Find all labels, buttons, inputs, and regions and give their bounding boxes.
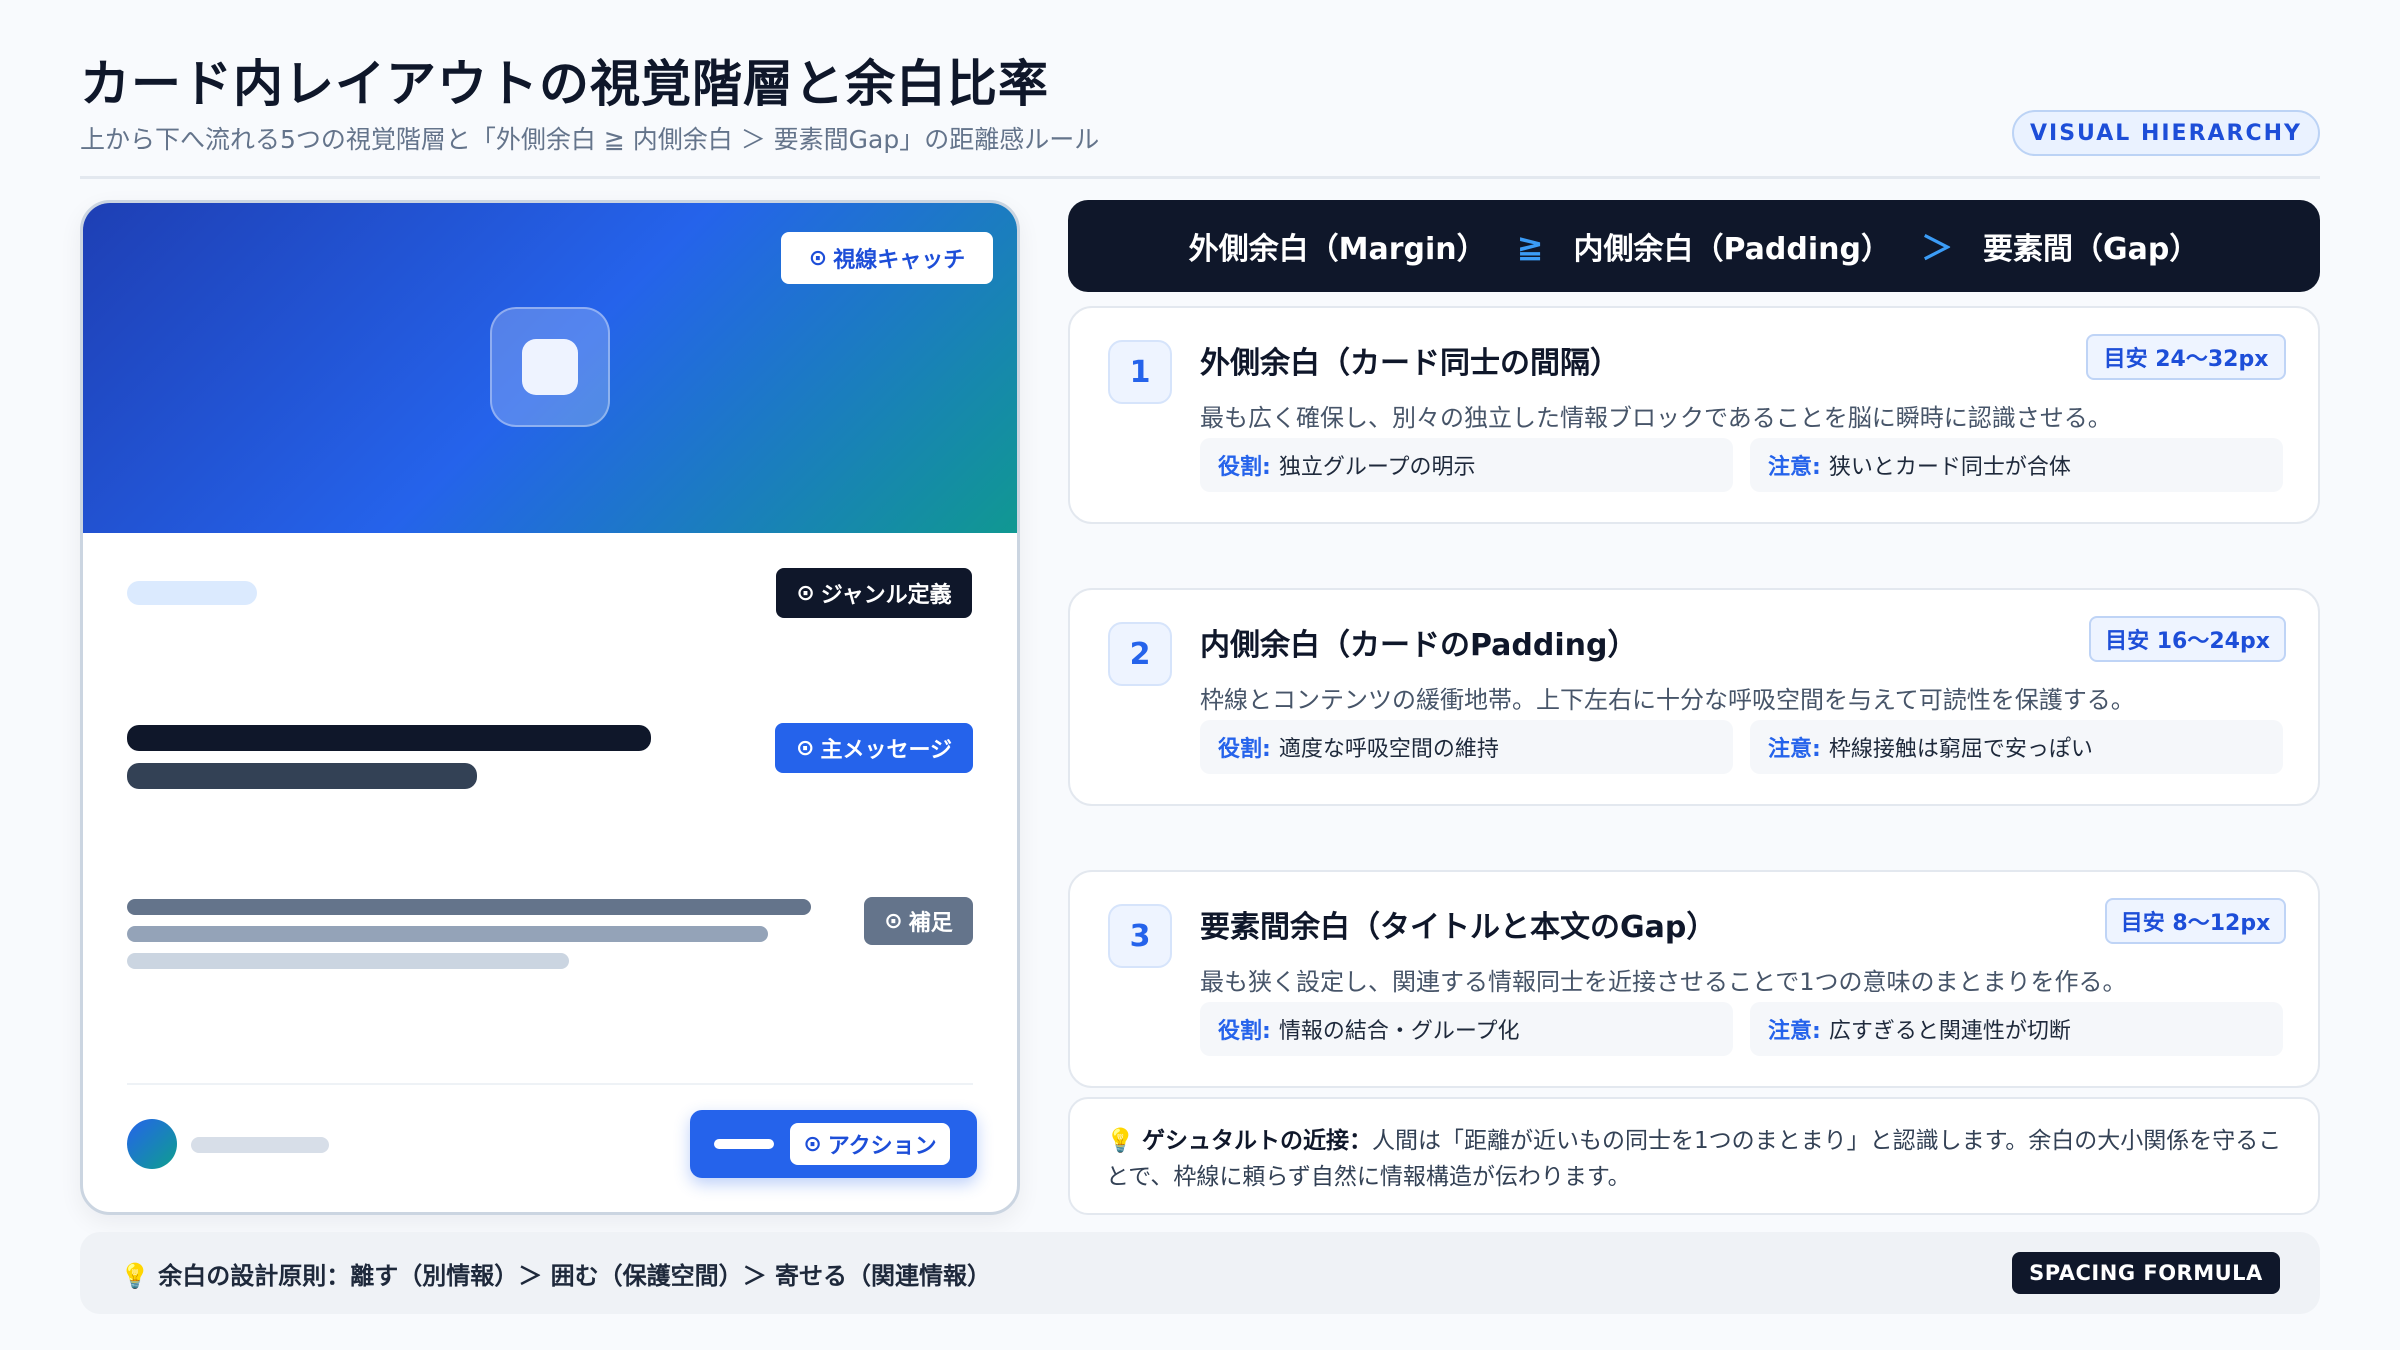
gestalt-note: 💡 ゲシュタルトの近接：人間は「距離が近いもの同士を1つのまとまり」と認識します… (1068, 1097, 2320, 1215)
rule-role-key: 役割: (1218, 737, 1271, 762)
lightbulb-icon: 💡 (1106, 1128, 1135, 1154)
spacing-formula-bar: 外側余白（Margin） ≧ 内側余白（Padding） ＞ 要素間（Gap） (1068, 200, 2320, 292)
formula-outer: 外側余白（Margin） (1188, 232, 1487, 267)
lightbulb-icon: 💡 (120, 1262, 150, 1290)
rule-card-element-gap: 3 要素間余白（タイトルと本文のGap） 目安 8〜12px 最も狭く設定し、関… (1068, 870, 2320, 1088)
rule-description: 枠線とコンテンツの緩衝地帯。上下左右に十分な呼吸空間を与えて可読性を保護する。 (1200, 686, 2135, 714)
action-button-label-placeholder (714, 1139, 774, 1149)
tag-action: ⊙ アクション (790, 1123, 950, 1165)
rule-title: 内側余白（カードのPadding） (1200, 628, 1638, 663)
rule-card-inner-padding: 2 内側余白（カードのPadding） 目安 16〜24px 枠線とコンテンツの… (1068, 588, 2320, 806)
hero-app-icon (490, 307, 610, 427)
rule-caution-key: 注意: (1768, 455, 1821, 480)
card-mockup: ⊙ 視線キャッチ ⊙ ジャンル定義 ⊙ 主メッセージ ⊙ 補足 ⊙ アクション (80, 200, 1020, 1215)
target-icon: ⊙ (808, 245, 828, 271)
tag-genre-label: ジャンル定義 (820, 583, 952, 608)
rule-role-chip: 役割: 独立グループの明示 (1200, 438, 1733, 492)
rule-guideline-badge: 目安 16〜24px (2089, 616, 2286, 662)
rule-role-key: 役割: (1218, 455, 1271, 480)
tag-main-message-label: 主メッセージ (820, 738, 952, 763)
hero-app-icon-inner (522, 339, 578, 395)
rule-role-value: 独立グループの明示 (1278, 455, 1476, 480)
rule-caution-key: 注意: (1768, 1019, 1821, 1044)
rule-title: 外側余白（カード同士の間隔） (1200, 346, 1620, 381)
rule-role-key: 役割: (1218, 1019, 1271, 1044)
tag-genre: ⊙ ジャンル定義 (776, 568, 972, 618)
card-hero-image: ⊙ 視線キャッチ (83, 203, 1017, 533)
tag-supplement: ⊙ 補足 (864, 897, 973, 945)
rule-caution-key: 注意: (1768, 737, 1821, 762)
rule-guideline-badge: 目安 8〜12px (2105, 898, 2286, 944)
tag-supplement-label: 補足 (908, 911, 953, 936)
rule-card-outer-margin: 1 外側余白（カード同士の間隔） 目安 24〜32px 最も広く確保し、別々の独… (1068, 306, 2320, 524)
rule-caution-chip: 注意: 広すぎると関連性が切断 (1750, 1002, 2283, 1056)
rule-caution-chip: 注意: 枠線接触は窮屈で安っぽい (1750, 720, 2283, 774)
rule-description: 最も狭く設定し、関連する情報同士を近接させることで1つの意味のまとまりを作る。 (1200, 968, 2127, 996)
body-placeholder-bar-2 (127, 926, 768, 942)
rule-role-chip: 役割: 情報の結合・グループ化 (1200, 1002, 1733, 1056)
rule-number: 1 (1108, 340, 1172, 404)
visual-hierarchy-badge: VISUAL HIERARCHY (2012, 110, 2320, 156)
target-icon: ⊙ (803, 1131, 822, 1157)
formula-operator-gt: ＞ (1920, 229, 1953, 267)
card-footer-divider (127, 1083, 973, 1085)
tag-main-message: ⊙ 主メッセージ (775, 723, 973, 773)
meta-placeholder-bar (191, 1137, 329, 1153)
genre-placeholder-bar (127, 581, 257, 605)
rule-description: 最も広く確保し、別々の独立した情報ブロックであることを脳に瞬時に認識させる。 (1200, 404, 2112, 432)
body-placeholder-bar-3 (127, 953, 569, 969)
gestalt-note-label: ゲシュタルトの近接： (1141, 1128, 1372, 1154)
rule-number: 3 (1108, 904, 1172, 968)
rule-role-chip: 役割: 適度な呼吸空間の維持 (1200, 720, 1733, 774)
tag-action-label: アクション (827, 1134, 937, 1159)
target-icon: ⊙ (796, 735, 815, 761)
target-icon: ⊙ (796, 580, 815, 606)
tag-eye-catch: ⊙ 視線キャッチ (781, 232, 993, 284)
rule-caution-value: 狭いとカード同士が合体 (1828, 455, 2071, 480)
title-placeholder-bar-2 (127, 763, 477, 789)
page-subtitle: 上から下へ流れる5つの視覚階層と「外側余白 ≧ 内側余白 ＞ 要素間Gap」の距… (80, 125, 1100, 154)
tag-eye-catch-label: 視線キャッチ (833, 248, 966, 273)
rule-caution-value: 広すぎると関連性が切断 (1828, 1019, 2071, 1044)
rule-title: 要素間余白（タイトルと本文のGap） (1200, 910, 1717, 945)
formula-operator-gte: ≧ (1516, 227, 1544, 265)
rule-role-value: 適度な呼吸空間の維持 (1278, 737, 1499, 762)
footer-principle-text: 余白の設計原則：離す（別情報）＞ 囲む（保護空間）＞ 寄せる（関連情報） (158, 1262, 991, 1290)
rule-role-value: 情報の結合・グループ化 (1278, 1019, 1520, 1044)
body-placeholder-bar-1 (127, 899, 811, 915)
rule-guideline-badge: 目安 24〜32px (2086, 334, 2286, 380)
formula-inner: 内側余白（Padding） (1573, 232, 1891, 267)
rule-caution-value: 枠線接触は窮屈で安っぽい (1828, 737, 2093, 762)
rule-caution-chip: 注意: 狭いとカード同士が合体 (1750, 438, 2283, 492)
avatar (127, 1119, 177, 1169)
header-divider (80, 176, 2320, 179)
title-placeholder-bar-1 (127, 725, 651, 751)
formula-gap: 要素間（Gap） (1983, 232, 2200, 267)
target-icon: ⊙ (884, 908, 903, 934)
footer-principle: 💡 余白の設計原則：離す（別情報）＞ 囲む（保護空間）＞ 寄せる（関連情報） (120, 1256, 991, 1291)
footer-bar: 💡 余白の設計原則：離す（別情報）＞ 囲む（保護空間）＞ 寄せる（関連情報） S… (80, 1232, 2320, 1314)
spacing-formula-badge: SPACING FORMULA (2012, 1252, 2280, 1294)
rule-number: 2 (1108, 622, 1172, 686)
page-title: カード内レイアウトの視覚階層と余白比率 (80, 55, 1049, 113)
action-button[interactable]: ⊙ アクション (690, 1110, 977, 1178)
